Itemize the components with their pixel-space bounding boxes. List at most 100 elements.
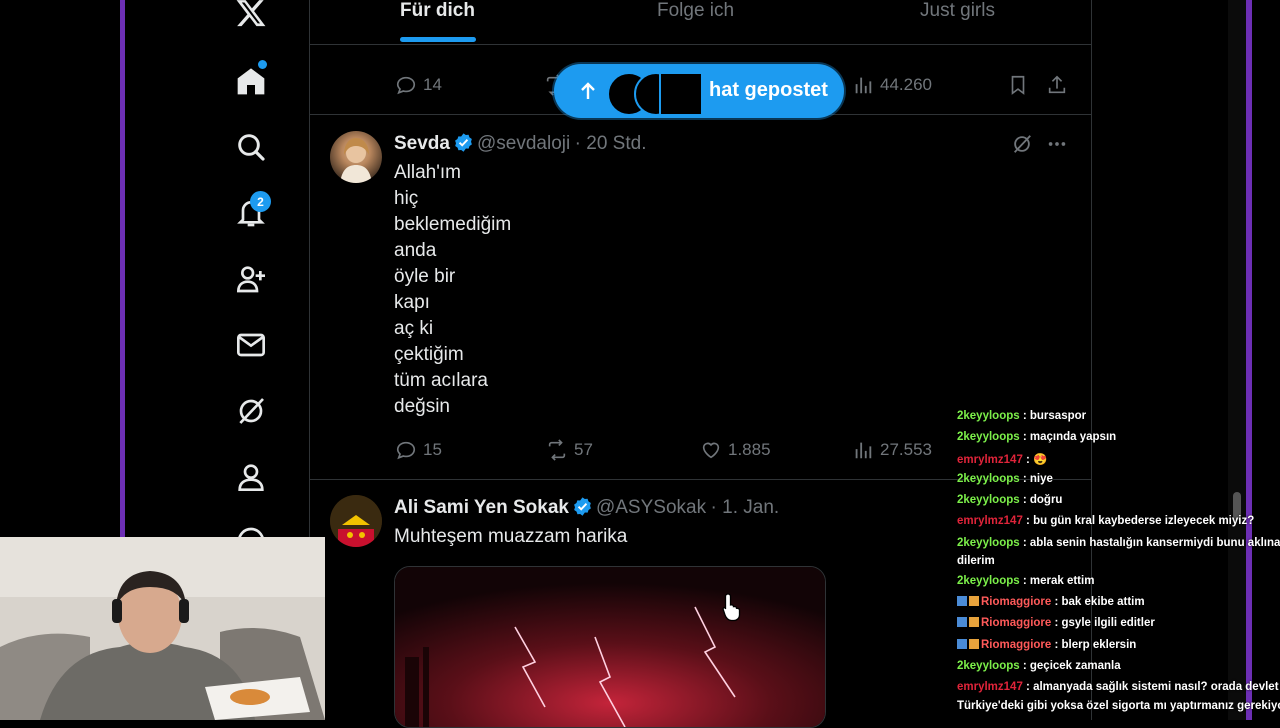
chat-message-text: : abla senin hastalığın kansermiydi bunu… — [1019, 537, 1280, 549]
like-count: 1.885 — [728, 440, 771, 459]
timeline-tabs: Für dich Folge ich Just girls — [310, 0, 1091, 45]
tweet-media-image[interactable] — [394, 566, 826, 728]
tweet-text-line: tüm acılara — [394, 370, 488, 391]
tweet-text-line: aç ki — [394, 318, 434, 339]
subscriber-badge-icon — [969, 639, 979, 649]
x-logo-icon[interactable] — [234, 0, 268, 30]
views-count: 44.260 — [880, 75, 932, 94]
chat-username[interactable]: 2keyyloops — [957, 660, 1020, 672]
tab-following[interactable]: Folge ich — [657, 0, 734, 22]
more-options-button[interactable] — [1046, 133, 1068, 155]
chat-username[interactable]: 2keyyloops — [957, 537, 1020, 549]
tweet-header: Ali Sami Yen Sokak @ASYSokak · 1. Jan. — [394, 496, 779, 519]
tweet-text-line: beklemediğim — [394, 214, 512, 235]
chat-username[interactable]: 2keyyloops — [957, 575, 1020, 587]
heart-icon — [702, 442, 720, 459]
avatar[interactable] — [330, 131, 382, 183]
search-icon[interactable] — [234, 130, 268, 164]
chat-message: emrylmz147 : almanyada sağlık sistemi na… — [957, 681, 1280, 693]
profile-icon[interactable] — [234, 460, 268, 494]
tab-for-you[interactable]: Für dich — [400, 0, 475, 22]
chat-username[interactable]: 2keyyloops — [957, 494, 1020, 506]
reply-button[interactable]: 14 — [395, 74, 442, 96]
chat-username[interactable]: emrylmz147 — [957, 515, 1023, 527]
chat-badge-icon — [957, 617, 967, 627]
repost-count: 57 — [574, 440, 593, 459]
chat-message-text: : niye — [1019, 473, 1053, 485]
tweet-text-line: değsin — [394, 396, 450, 417]
chat-message: 2keyyloops : maçında yapsın — [957, 431, 1116, 443]
tweet-text-line: anda — [394, 240, 437, 261]
chat-message: Riomaggiore : bak ekibe attim — [957, 596, 1145, 608]
chat-message-text: dilerim — [957, 555, 995, 567]
bookmark-button[interactable] — [1007, 74, 1029, 96]
notification-badge: 2 — [250, 191, 271, 212]
chat-username[interactable]: 2keyyloops — [957, 473, 1020, 485]
views-button[interactable]: 27.553 — [852, 439, 932, 461]
share-icon — [1048, 75, 1066, 94]
chat-username[interactable]: 2keyyloops — [957, 431, 1020, 443]
chat-username[interactable]: 2keyyloops — [957, 410, 1020, 422]
avatar-image — [330, 495, 382, 547]
grok-icon — [1014, 135, 1031, 153]
more-dots-icon — [1048, 142, 1066, 146]
chat-message: 2keyyloops : geçicek zamanla — [957, 660, 1121, 672]
chat-scroll-track[interactable] — [1228, 0, 1246, 720]
avatar — [659, 72, 703, 116]
reply-button[interactable]: 15 — [395, 439, 442, 461]
chat-message: dilerim — [957, 555, 995, 567]
subscriber-badge-icon — [969, 617, 979, 627]
tweet-author-name[interactable]: Sevda — [394, 133, 450, 154]
chat-username[interactable]: emrylmz147 — [957, 681, 1023, 693]
repost-icon — [548, 439, 566, 461]
verified-badge-icon — [455, 133, 472, 152]
avatar[interactable] — [330, 495, 382, 547]
reply-count: 14 — [423, 75, 442, 94]
follow-icon[interactable] — [234, 262, 268, 296]
tweet-author-name[interactable]: Ali Sami Yen Sokak — [394, 497, 569, 518]
tweet-author-handle[interactable]: @sevdaloji — [477, 133, 570, 154]
repost-button[interactable]: 57 — [546, 439, 593, 461]
verified-badge-icon — [574, 497, 591, 516]
tweet-text-line: kapı — [394, 292, 430, 313]
tweet-text-line: çektiğim — [394, 344, 464, 365]
chat-message-text: : bak ekibe attim — [1051, 596, 1145, 608]
tweet-text-line: hiç — [394, 188, 419, 209]
grok-icon[interactable] — [234, 394, 268, 428]
bookmark-icon — [1011, 75, 1025, 95]
chat-username[interactable]: emrylmz147 — [957, 454, 1023, 466]
new-posts-pill[interactable]: hat gepostet — [554, 64, 844, 118]
tab-just-girls[interactable]: Just girls — [920, 0, 995, 22]
reply-icon — [396, 76, 416, 95]
webcam-overlay — [0, 537, 325, 720]
tweet-header: Sevda @sevdaloji · 20 Std. — [394, 132, 646, 155]
chat-message: 2keyyloops : merak ettim — [957, 575, 1094, 587]
streamer-webcam-image — [0, 537, 325, 720]
chat-message-text: : bu gün kral kaybederse izleyecek miyiz… — [1022, 515, 1255, 527]
chat-message-text: Türkiye'deki gibi yoksa özel sigorta mı … — [957, 700, 1280, 712]
chat-message: emrylmz147 : bu gün kral kaybederse izle… — [957, 515, 1254, 527]
chat-message-text: : maçında yapsın — [1019, 431, 1117, 443]
tweet-author-handle[interactable]: @ASYSokak — [596, 497, 706, 518]
tweet-timestamp[interactable]: · 20 Std. — [575, 133, 647, 154]
views-button[interactable]: 44.260 — [852, 74, 932, 96]
chat-username[interactable]: Riomaggiore — [981, 617, 1051, 629]
chat-message-text: : doğru — [1019, 494, 1063, 506]
arrow-up-icon — [581, 82, 595, 99]
chat-username[interactable]: Riomaggiore — [981, 596, 1051, 608]
sidebar-nav — [220, 0, 282, 555]
share-button[interactable] — [1046, 74, 1068, 96]
views-count: 27.553 — [880, 440, 932, 459]
chat-message: Türkiye'deki gibi yoksa özel sigorta mı … — [957, 700, 1280, 712]
tweet-timestamp[interactable]: · 1. Jan. — [711, 497, 780, 518]
grok-tweet-button[interactable] — [1011, 133, 1033, 155]
chat-username[interactable]: Riomaggiore — [981, 639, 1051, 651]
home-icon[interactable] — [234, 64, 268, 98]
chat-message-text: : bursaspor — [1019, 410, 1087, 422]
chat-message-text: : gsyle ilgili editler — [1051, 617, 1155, 629]
like-button[interactable]: 1.885 — [700, 439, 771, 461]
new-posts-label: hat gepostet — [709, 79, 828, 101]
chat-badge-icon — [957, 596, 967, 606]
active-tab-indicator — [400, 37, 476, 42]
messages-icon[interactable] — [234, 328, 268, 362]
